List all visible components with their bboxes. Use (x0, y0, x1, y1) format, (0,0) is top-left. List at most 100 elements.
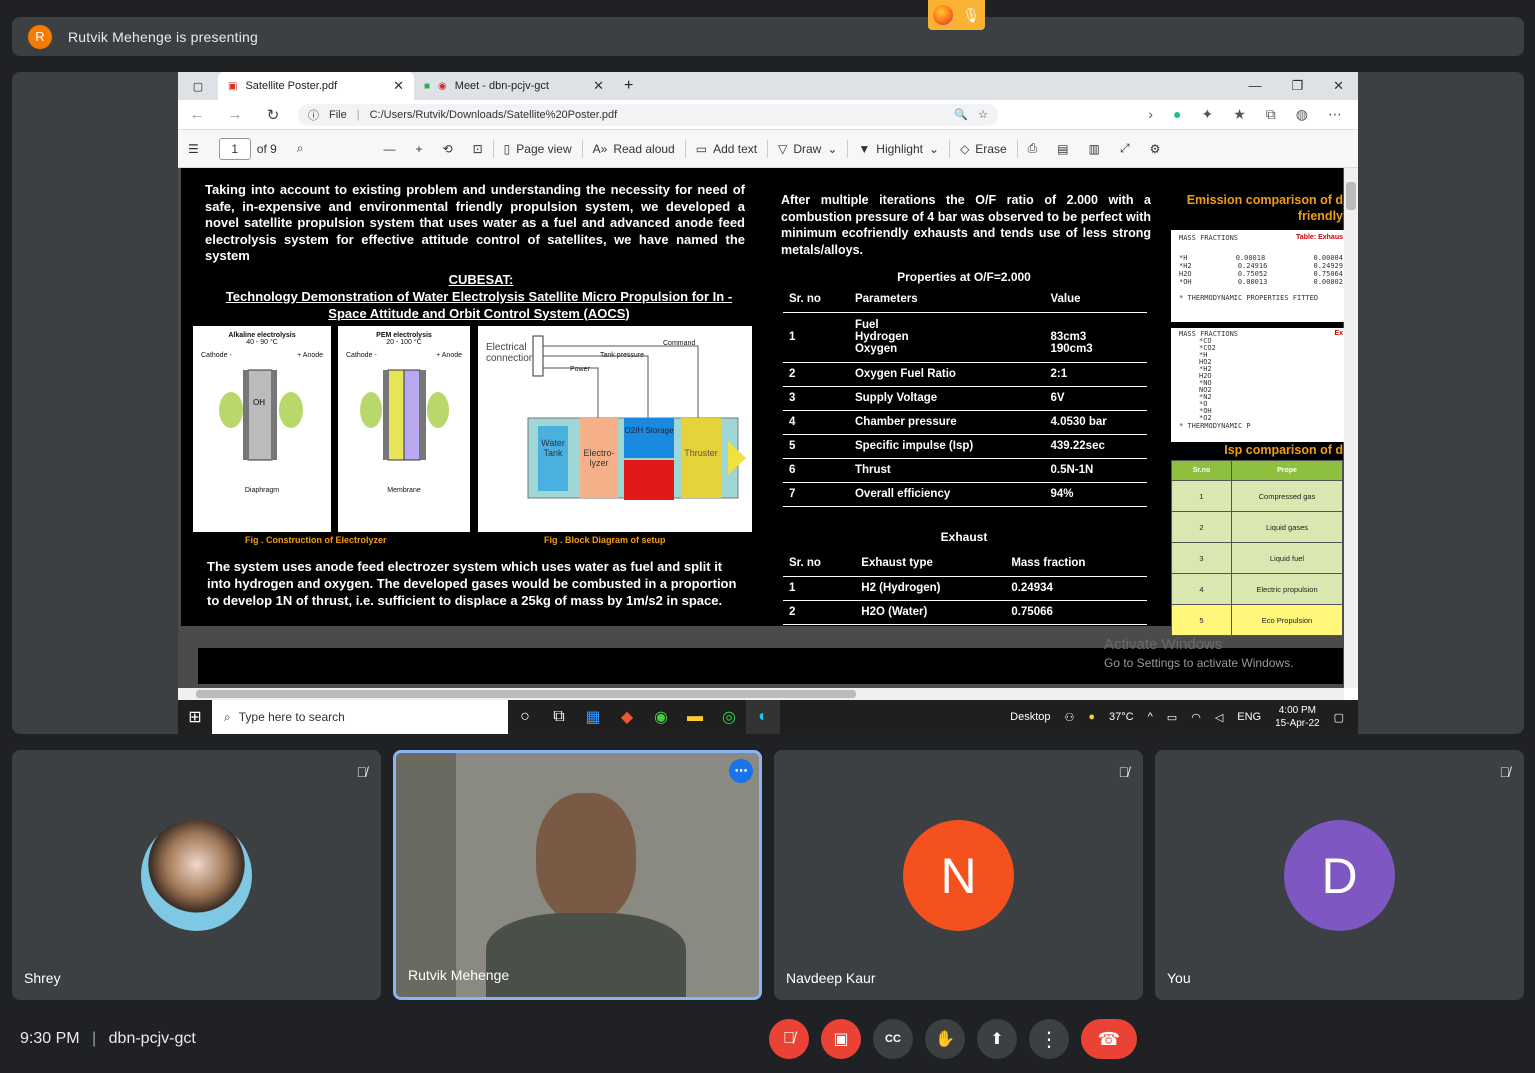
presenter-banner-text: Rutvik Mehenge is presenting (68, 28, 259, 45)
info-icon: ⓘ (308, 109, 319, 122)
notifications-icon[interactable]: ▢ (1334, 711, 1344, 724)
more-icon[interactable]: ⋯ (1328, 106, 1342, 123)
camera-toggle-button[interactable]: ▣ (821, 1019, 861, 1059)
chrome-icon[interactable]: ◉ (644, 700, 678, 734)
minimize-icon[interactable]: — (1248, 78, 1261, 94)
whatsapp-icon[interactable]: ◎ (712, 700, 746, 734)
favorite-icon[interactable]: ☆ (978, 108, 988, 121)
more-options-icon[interactable]: ⋯ (729, 759, 753, 783)
search-icon[interactable]: ⌕ (287, 141, 314, 156)
profile-icon[interactable]: ◍ (1296, 106, 1308, 123)
col-header: Sr.no (1171, 460, 1232, 481)
erase-button[interactable]: ◇ Erase (950, 142, 1017, 156)
draw-button[interactable]: ▽ Draw ⌄ (768, 142, 847, 156)
sharing-indicator[interactable]: 🎙 (928, 0, 985, 30)
cortana-icon[interactable]: ○ (508, 700, 542, 734)
zoom-icon[interactable]: 🔍 (954, 108, 968, 121)
favorites-icon[interactable]: ★ (1233, 106, 1246, 123)
pdf-viewer[interactable]: Taking into account to existing problem … (178, 168, 1358, 688)
emission-comparison: Emission comparison of d friendly MASS F… (1171, 192, 1351, 442)
present-button[interactable]: ⬆ (977, 1019, 1017, 1059)
avatar (141, 820, 252, 931)
list-item: *H (1199, 351, 1208, 359)
collections-icon[interactable]: ⧉ (1266, 106, 1276, 123)
refresh-icon[interactable]: ↻ (254, 106, 292, 124)
table-cell: 4.0530 bar (1044, 410, 1147, 435)
new-tab-button[interactable]: + (614, 72, 643, 100)
fig-label: Cathode - (201, 352, 232, 359)
tab-actions-icon[interactable]: ▢ (178, 72, 218, 100)
close-icon[interactable]: ✕ (393, 78, 404, 94)
language[interactable]: ENG (1237, 711, 1261, 723)
file-explorer-icon[interactable]: ▬ (678, 700, 712, 734)
participant-tile-shrey[interactable]: 🎙̸ Shrey (12, 750, 381, 1000)
rotate-icon[interactable]: ⟲ (433, 142, 463, 156)
box-label: Ex (1334, 330, 1343, 337)
raise-hand-button[interactable]: ✋ (925, 1019, 965, 1059)
watermark-subtitle: Go to Settings to activate Windows. (1104, 656, 1294, 670)
mass-fractions-box: MASS FRACTIONS Table: Exhaus *H 0.00018 0.0… (1171, 230, 1351, 322)
close-window-icon[interactable]: ✕ (1333, 78, 1344, 94)
highlight-icon: ▼ (858, 141, 871, 156)
app-icon[interactable]: ◆ (610, 700, 644, 734)
chevron-right-icon[interactable]: › (1148, 106, 1153, 123)
list-cell: *H (1179, 254, 1188, 262)
thruster-block: Thruster (681, 418, 721, 498)
save-icon[interactable]: ▤ (1047, 142, 1078, 156)
windows-taskbar: ⊞ ⌕ Type here to search ○ ⧉ ▦ ◆ ◉ ▬ ◎ ◐ … (178, 700, 1358, 734)
microphone-toggle-button[interactable]: 🎙̸ (769, 1019, 809, 1059)
participant-tile-navdeep[interactable]: 🎙̸ N Navdeep Kaur (774, 750, 1143, 1000)
people-icon[interactable]: ⚇ (1065, 711, 1075, 724)
isp-comparison-table: Sr.no Prope 1 Compressed gas 2 Liquid gases… (1171, 460, 1343, 636)
close-icon[interactable]: ✕ (593, 78, 604, 94)
more-options-button[interactable]: ⋮ (1029, 1019, 1069, 1059)
grammarly-icon[interactable]: ● (1173, 106, 1181, 123)
participant-tile-rutvik[interactable]: ⋯ Rutvik Mehenge (393, 750, 762, 1000)
tray-chevron-icon[interactable]: ^ (1148, 711, 1153, 723)
save-as-icon[interactable]: ▥ (1079, 142, 1110, 156)
col-header: Prope (1231, 460, 1343, 481)
read-aloud-button[interactable]: A» Read aloud (583, 142, 685, 156)
wifi-icon[interactable]: ◠ (1191, 711, 1201, 724)
vertical-scrollbar[interactable] (1344, 168, 1358, 688)
highlight-button[interactable]: ▼ Highlight ⌄ (848, 142, 949, 156)
captions-button[interactable]: CC (873, 1019, 913, 1059)
page-view-button[interactable]: ▯ Page view (494, 142, 582, 156)
horizontal-scrollbar[interactable] (178, 688, 1344, 700)
tab-meet[interactable]: ■ ◉ Meet - dbn-pcjv-gct ✕ (414, 72, 614, 100)
battery-icon[interactable]: ▭ (1167, 711, 1177, 724)
volume-icon[interactable]: ◁ (1215, 711, 1223, 724)
participant-tile-you[interactable]: 🎙̸ D You (1155, 750, 1524, 1000)
box-label: * THERMODYNAMIC P (1179, 422, 1251, 430)
forward-icon[interactable]: → (216, 106, 254, 123)
zoom-in-icon[interactable]: + (406, 142, 433, 156)
eraser-icon: ◇ (960, 141, 970, 156)
box-label: MASS FRACTIONS (1179, 234, 1239, 242)
fit-page-icon[interactable]: ⊡ (463, 142, 493, 156)
settings-icon[interactable]: ⚙ (1140, 142, 1171, 156)
taskbar-clock[interactable]: 4:00 PM 15-Apr-22 (1275, 704, 1319, 730)
zoom-out-icon[interactable]: — (374, 142, 406, 156)
page-number-input[interactable]: 1 (218, 137, 251, 160)
desktop-toolbar[interactable]: Desktop (1010, 711, 1050, 723)
print-icon[interactable]: ⎙ (1018, 141, 1048, 156)
taskbar-search[interactable]: ⌕ Type here to search (212, 700, 508, 734)
table-cell: 0.5N-1N (1044, 458, 1147, 483)
fig-label: Alkaline electrolysis (228, 332, 296, 339)
add-text-button[interactable]: ▭ Add text (686, 142, 767, 156)
video-background (396, 753, 456, 997)
edge-icon[interactable]: ◐ (746, 700, 780, 734)
store-icon[interactable]: ▦ (576, 700, 610, 734)
back-icon[interactable]: ← (178, 106, 216, 123)
weather-temp[interactable]: 37°C (1109, 711, 1134, 723)
end-call-button[interactable]: ☎ (1081, 1019, 1137, 1059)
windows-start-icon[interactable]: ⊞ (178, 700, 212, 734)
task-view-icon[interactable]: ⧉ (542, 700, 576, 734)
contents-icon[interactable]: ☰ (178, 142, 209, 156)
tab-satellite-poster[interactable]: ▣ Satellite Poster.pdf ✕ (218, 72, 414, 100)
table-cell: 0.24934 (1005, 576, 1147, 601)
fullscreen-icon[interactable]: ⤢ (1110, 141, 1140, 156)
maximize-icon[interactable]: ❐ (1291, 78, 1303, 94)
extensions-icon[interactable]: ✦ (1201, 106, 1213, 123)
address-bar[interactable]: ⓘ File | C:/Users/Rutvik/Downloads/Satel… (298, 103, 998, 126)
